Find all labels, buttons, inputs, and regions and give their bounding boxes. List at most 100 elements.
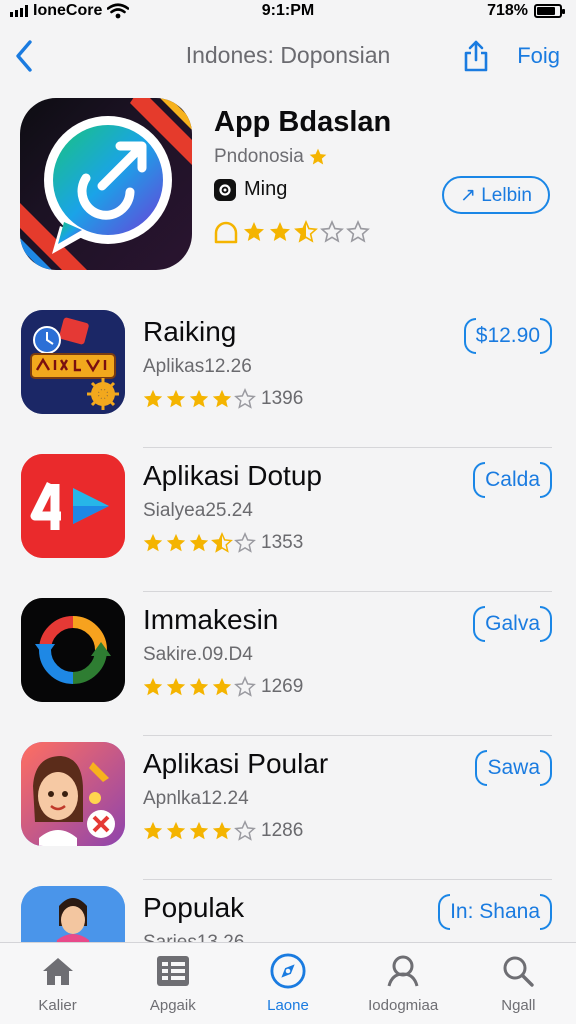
- share-button[interactable]: [460, 38, 492, 74]
- get-button[interactable]: $12.90: [463, 318, 553, 354]
- app-meta: Aplikas12.26: [143, 356, 252, 377]
- star-outline-icon: [234, 676, 256, 697]
- star-outline-icon: [346, 220, 370, 243]
- star-icon: [166, 389, 186, 408]
- star-icon: [166, 533, 186, 552]
- tab-apgaik[interactable]: Apgaik: [118, 953, 228, 1014]
- get-button[interactable]: Sawa: [475, 750, 552, 786]
- share-icon: [464, 40, 488, 72]
- play-four-logo-icon: [21, 454, 125, 558]
- wifi-icon: [107, 3, 130, 19]
- battery-icon: [534, 4, 565, 18]
- tab-label: Laone: [267, 997, 309, 1014]
- rating-stars: [142, 676, 256, 698]
- search-icon: [500, 953, 536, 989]
- tab-kalier[interactable]: Kalier: [3, 953, 113, 1014]
- battery-fill: [537, 7, 555, 15]
- list-item[interactable]: Aplikasi Dotup Sialyea25.24 1353 Calda: [0, 448, 576, 592]
- app-meta: Sialyea25.24: [143, 500, 253, 521]
- app-name: Immakesin: [143, 604, 279, 635]
- app-name: Raiking: [143, 316, 237, 347]
- nav-action-button[interactable]: Foig: [517, 43, 560, 69]
- rating-stars: [142, 532, 256, 554]
- featured-subtitle-text: Pndonosia: [214, 146, 304, 167]
- status-left: IoneCore: [10, 2, 130, 20]
- rating-count: 1396: [261, 388, 304, 409]
- featured-get-button[interactable]: ↗ Lelbin: [442, 176, 550, 214]
- app-icon-aplikasi-dotup[interactable]: [21, 454, 125, 558]
- star-icon: [309, 148, 327, 165]
- app-meta: Sakire.09.D4: [143, 644, 253, 665]
- list-item[interactable]: Aplikasi Poular Apnlka12.24 1286 Sawa: [0, 736, 576, 880]
- app-name: Aplikasi Dotup: [143, 460, 322, 491]
- app-icon-aplikasi-poular[interactable]: [21, 742, 125, 846]
- app-rating: 1396: [142, 388, 303, 410]
- list-icon: [155, 953, 191, 989]
- get-button-label: Sawa: [487, 756, 540, 779]
- app-rating: 1286: [142, 820, 303, 842]
- home-icon: [40, 953, 76, 989]
- tab-laone[interactable]: Laone: [233, 953, 343, 1014]
- star-icon: [212, 389, 232, 408]
- star-outline-icon: [234, 388, 256, 409]
- star-icon: [143, 821, 163, 840]
- star-icon: [143, 389, 163, 408]
- star-icon: [166, 821, 186, 840]
- star-outline-icon: [320, 220, 344, 243]
- status-bar: IoneCore 9:1:PM 718%: [0, 0, 576, 22]
- app-name: Aplikasi Poular: [143, 748, 329, 779]
- person-icon: [385, 953, 421, 989]
- star-icon: [212, 677, 232, 696]
- star-icon: [166, 677, 186, 696]
- status-right: 718%: [487, 2, 565, 20]
- star-icon: [189, 533, 209, 552]
- tab-label: Ngall: [501, 997, 536, 1014]
- star-icon: [143, 533, 163, 552]
- featured-app-icon[interactable]: [20, 98, 192, 270]
- get-button-label: Calda: [485, 468, 540, 491]
- rating-stars: [142, 388, 256, 410]
- star-half-icon: [294, 220, 318, 243]
- app-icon-ranking[interactable]: [21, 310, 125, 414]
- tab-label: Kalier: [38, 997, 77, 1014]
- get-button[interactable]: In: Shana: [438, 894, 552, 930]
- tab-label: Iodogmiaa: [368, 997, 439, 1014]
- battery-percent: 718%: [487, 2, 528, 19]
- app-rating: 1353: [142, 532, 303, 554]
- rating-count: 1269: [261, 676, 304, 697]
- tab-bar: Kalier Apgaik Laone Iodogmiaa Ngall: [0, 942, 576, 1024]
- app-name: Populak: [143, 892, 245, 923]
- list-item[interactable]: Immakesin Sakire.09.D4 1269 Galva: [0, 592, 576, 736]
- tab-iodogmiaa[interactable]: Iodogmiaa: [348, 953, 458, 1014]
- featured-app[interactable]: App Bdaslan Pndonosia Ming ↗ Lelbin: [0, 98, 576, 278]
- signal-icon: [10, 5, 28, 17]
- star-icon: [189, 389, 209, 408]
- get-button[interactable]: Calda: [473, 462, 552, 498]
- rating-count: 1286: [261, 820, 304, 841]
- get-button[interactable]: Galva: [473, 606, 552, 642]
- featured-stars: [242, 220, 370, 246]
- cartoon-girl-logo-icon: [21, 742, 125, 846]
- star-half-icon: [211, 532, 233, 553]
- tab-ngall[interactable]: Ngall: [463, 953, 573, 1014]
- star-icon: [270, 222, 290, 241]
- star-icon: [189, 677, 209, 696]
- app-icon-immakesin[interactable]: [21, 598, 125, 702]
- star-icon: [244, 222, 264, 241]
- get-button-label: $12.90: [475, 324, 540, 347]
- get-button-label: In: Shana: [450, 900, 540, 923]
- list-item[interactable]: Raiking Aplikas12.26 1396 $12.90: [0, 304, 576, 448]
- nav-bar: Indones: Doponsian Foig: [0, 30, 576, 82]
- featured-developer: Ming: [214, 178, 287, 201]
- developer-name: Ming: [244, 178, 288, 200]
- star-icon: [143, 677, 163, 696]
- featured-app-title: App Bdaslan: [214, 106, 392, 138]
- featured-rating: [212, 220, 370, 246]
- star-outline-icon: [234, 820, 256, 841]
- star-outline-icon: [234, 532, 256, 553]
- bell-icon: [214, 221, 238, 244]
- app-meta: Apnlka12.24: [143, 788, 249, 809]
- star-icon: [189, 821, 209, 840]
- chat-arrow-logo-icon: [20, 98, 192, 270]
- rating-stars: [142, 820, 256, 842]
